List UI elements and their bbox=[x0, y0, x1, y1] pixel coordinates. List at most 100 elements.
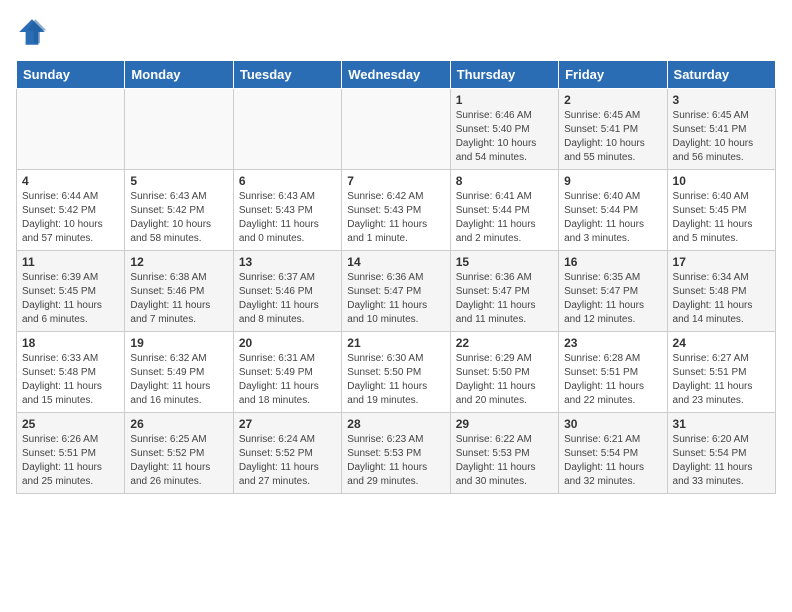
calendar-cell bbox=[233, 89, 341, 170]
calendar-header-row: SundayMondayTuesdayWednesdayThursdayFrid… bbox=[17, 61, 776, 89]
calendar-cell: 24Sunrise: 6:27 AM Sunset: 5:51 PM Dayli… bbox=[667, 332, 775, 413]
day-info: Sunrise: 6:44 AM Sunset: 5:42 PM Dayligh… bbox=[22, 190, 119, 246]
day-info: Sunrise: 6:38 AM Sunset: 5:46 PM Dayligh… bbox=[130, 271, 227, 327]
day-number: 20 bbox=[239, 336, 336, 350]
day-info: Sunrise: 6:32 AM Sunset: 5:49 PM Dayligh… bbox=[130, 352, 227, 408]
day-info: Sunrise: 6:36 AM Sunset: 5:47 PM Dayligh… bbox=[347, 271, 444, 327]
calendar-cell: 16 Sunrise: 6:35 AM Sunset: 5:47 PM Dayli… bbox=[559, 251, 667, 332]
day-number: 15 bbox=[456, 255, 553, 269]
day-info: Sunrise: 6:40 AM Sunset: 5:44 PM Dayligh… bbox=[564, 190, 661, 246]
calendar-cell: 18Sunrise: 6:33 AM Sunset: 5:48 PM Dayli… bbox=[17, 332, 125, 413]
day-header-thursday: Thursday bbox=[450, 61, 558, 89]
calendar-cell bbox=[17, 89, 125, 170]
day-number: 23 bbox=[564, 336, 661, 350]
day-info: Sunrise: 6:31 AM Sunset: 5:49 PM Dayligh… bbox=[239, 352, 336, 408]
calendar-cell: 11 Sunrise: 6:39 AM Sunset: 5:45 PM Dayli… bbox=[17, 251, 125, 332]
day-info: Sunrise: 6:20 AM Sunset: 5:54 PM Dayligh… bbox=[673, 433, 770, 489]
day-info: Sunrise: 6:45 AM Sunset: 5:41 PM Dayligh… bbox=[673, 109, 770, 165]
day-info: Sunrise: 6:43 AM Sunset: 5:42 PM Dayligh… bbox=[130, 190, 227, 246]
day-number: 8 bbox=[456, 174, 553, 188]
day-number: 12 bbox=[130, 255, 227, 269]
calendar-cell bbox=[125, 89, 233, 170]
day-header-tuesday: Tuesday bbox=[233, 61, 341, 89]
calendar-cell: 20 Sunrise: 6:31 AM Sunset: 5:49 PM Dayli… bbox=[233, 332, 341, 413]
day-info: Sunrise: 6:41 AM Sunset: 5:44 PM Dayligh… bbox=[456, 190, 553, 246]
day-header-friday: Friday bbox=[559, 61, 667, 89]
logo-icon bbox=[16, 16, 48, 48]
day-info: Sunrise: 6:28 AM Sunset: 5:51 PM Dayligh… bbox=[564, 352, 661, 408]
calendar-week-4: 18Sunrise: 6:33 AM Sunset: 5:48 PM Dayli… bbox=[17, 332, 776, 413]
day-number: 14 bbox=[347, 255, 444, 269]
day-info: Sunrise: 6:21 AM Sunset: 5:54 PM Dayligh… bbox=[564, 433, 661, 489]
calendar-cell: 5 Sunrise: 6:43 AM Sunset: 5:42 PM Daylig… bbox=[125, 170, 233, 251]
day-header-monday: Monday bbox=[125, 61, 233, 89]
calendar-cell: 15 Sunrise: 6:36 AM Sunset: 5:47 PM Dayli… bbox=[450, 251, 558, 332]
day-info: Sunrise: 6:35 AM Sunset: 5:47 PM Dayligh… bbox=[564, 271, 661, 327]
day-number: 3 bbox=[673, 93, 770, 107]
calendar-cell: 21 Sunrise: 6:30 AM Sunset: 5:50 PM Dayli… bbox=[342, 332, 450, 413]
day-number: 4 bbox=[22, 174, 119, 188]
day-info: Sunrise: 6:27 AM Sunset: 5:51 PM Dayligh… bbox=[673, 352, 770, 408]
day-info: Sunrise: 6:24 AM Sunset: 5:52 PM Dayligh… bbox=[239, 433, 336, 489]
day-header-saturday: Saturday bbox=[667, 61, 775, 89]
day-info: Sunrise: 6:34 AM Sunset: 5:48 PM Dayligh… bbox=[673, 271, 770, 327]
calendar-week-2: 4 Sunrise: 6:44 AM Sunset: 5:42 PM Daylig… bbox=[17, 170, 776, 251]
day-number: 28 bbox=[347, 417, 444, 431]
calendar-cell: 3 Sunrise: 6:45 AM Sunset: 5:41 PM Daylig… bbox=[667, 89, 775, 170]
calendar-cell: 31 Sunrise: 6:20 AM Sunset: 5:54 PM Dayli… bbox=[667, 413, 775, 494]
day-info: Sunrise: 6:39 AM Sunset: 5:45 PM Dayligh… bbox=[22, 271, 119, 327]
calendar-cell: 23 Sunrise: 6:28 AM Sunset: 5:51 PM Dayli… bbox=[559, 332, 667, 413]
day-number: 6 bbox=[239, 174, 336, 188]
calendar-cell: 8 Sunrise: 6:41 AM Sunset: 5:44 PM Daylig… bbox=[450, 170, 558, 251]
day-info: Sunrise: 6:23 AM Sunset: 5:53 PM Dayligh… bbox=[347, 433, 444, 489]
calendar-table: SundayMondayTuesdayWednesdayThursdayFrid… bbox=[16, 60, 776, 494]
calendar-cell: 22Sunrise: 6:29 AM Sunset: 5:50 PM Dayli… bbox=[450, 332, 558, 413]
day-info: Sunrise: 6:30 AM Sunset: 5:50 PM Dayligh… bbox=[347, 352, 444, 408]
header bbox=[16, 16, 776, 48]
calendar-cell: 9Sunrise: 6:40 AM Sunset: 5:44 PM Daylig… bbox=[559, 170, 667, 251]
calendar-cell: 13Sunrise: 6:37 AM Sunset: 5:46 PM Dayli… bbox=[233, 251, 341, 332]
day-number: 5 bbox=[130, 174, 227, 188]
calendar-cell: 10Sunrise: 6:40 AM Sunset: 5:45 PM Dayli… bbox=[667, 170, 775, 251]
day-number: 2 bbox=[564, 93, 661, 107]
day-info: Sunrise: 6:43 AM Sunset: 5:43 PM Dayligh… bbox=[239, 190, 336, 246]
day-number: 10 bbox=[673, 174, 770, 188]
day-number: 27 bbox=[239, 417, 336, 431]
logo bbox=[16, 16, 48, 48]
calendar-cell: 30 Sunrise: 6:21 AM Sunset: 5:54 PM Dayli… bbox=[559, 413, 667, 494]
day-number: 7 bbox=[347, 174, 444, 188]
day-header-sunday: Sunday bbox=[17, 61, 125, 89]
day-number: 11 bbox=[22, 255, 119, 269]
day-number: 31 bbox=[673, 417, 770, 431]
day-number: 29 bbox=[456, 417, 553, 431]
day-number: 16 bbox=[564, 255, 661, 269]
day-info: Sunrise: 6:46 AM Sunset: 5:40 PM Dayligh… bbox=[456, 109, 553, 165]
calendar-cell: 2 Sunrise: 6:45 AM Sunset: 5:41 PM Daylig… bbox=[559, 89, 667, 170]
day-info: Sunrise: 6:37 AM Sunset: 5:46 PM Dayligh… bbox=[239, 271, 336, 327]
calendar-cell: 1 Sunrise: 6:46 AM Sunset: 5:40 PM Daylig… bbox=[450, 89, 558, 170]
calendar-cell: 6 Sunrise: 6:43 AM Sunset: 5:43 PM Daylig… bbox=[233, 170, 341, 251]
calendar-cell: 4 Sunrise: 6:44 AM Sunset: 5:42 PM Daylig… bbox=[17, 170, 125, 251]
day-info: Sunrise: 6:45 AM Sunset: 5:41 PM Dayligh… bbox=[564, 109, 661, 165]
calendar-cell bbox=[342, 89, 450, 170]
calendar-cell: 27 Sunrise: 6:24 AM Sunset: 5:52 PM Dayli… bbox=[233, 413, 341, 494]
calendar-cell: 25 Sunrise: 6:26 AM Sunset: 5:51 PM Dayli… bbox=[17, 413, 125, 494]
day-info: Sunrise: 6:26 AM Sunset: 5:51 PM Dayligh… bbox=[22, 433, 119, 489]
day-number: 26 bbox=[130, 417, 227, 431]
calendar-cell: 17 Sunrise: 6:34 AM Sunset: 5:48 PM Dayli… bbox=[667, 251, 775, 332]
day-info: Sunrise: 6:25 AM Sunset: 5:52 PM Dayligh… bbox=[130, 433, 227, 489]
day-number: 1 bbox=[456, 93, 553, 107]
day-number: 30 bbox=[564, 417, 661, 431]
calendar-cell: 26 Sunrise: 6:25 AM Sunset: 5:52 PM Dayli… bbox=[125, 413, 233, 494]
day-info: Sunrise: 6:42 AM Sunset: 5:43 PM Dayligh… bbox=[347, 190, 444, 246]
calendar-cell: 19 Sunrise: 6:32 AM Sunset: 5:49 PM Dayli… bbox=[125, 332, 233, 413]
day-header-wednesday: Wednesday bbox=[342, 61, 450, 89]
day-number: 21 bbox=[347, 336, 444, 350]
day-number: 17 bbox=[673, 255, 770, 269]
day-info: Sunrise: 6:22 AM Sunset: 5:53 PM Dayligh… bbox=[456, 433, 553, 489]
calendar-cell: 12 Sunrise: 6:38 AM Sunset: 5:46 PM Dayli… bbox=[125, 251, 233, 332]
day-number: 19 bbox=[130, 336, 227, 350]
day-number: 25 bbox=[22, 417, 119, 431]
day-info: Sunrise: 6:36 AM Sunset: 5:47 PM Dayligh… bbox=[456, 271, 553, 327]
calendar-cell: 7 Sunrise: 6:42 AM Sunset: 5:43 PM Daylig… bbox=[342, 170, 450, 251]
